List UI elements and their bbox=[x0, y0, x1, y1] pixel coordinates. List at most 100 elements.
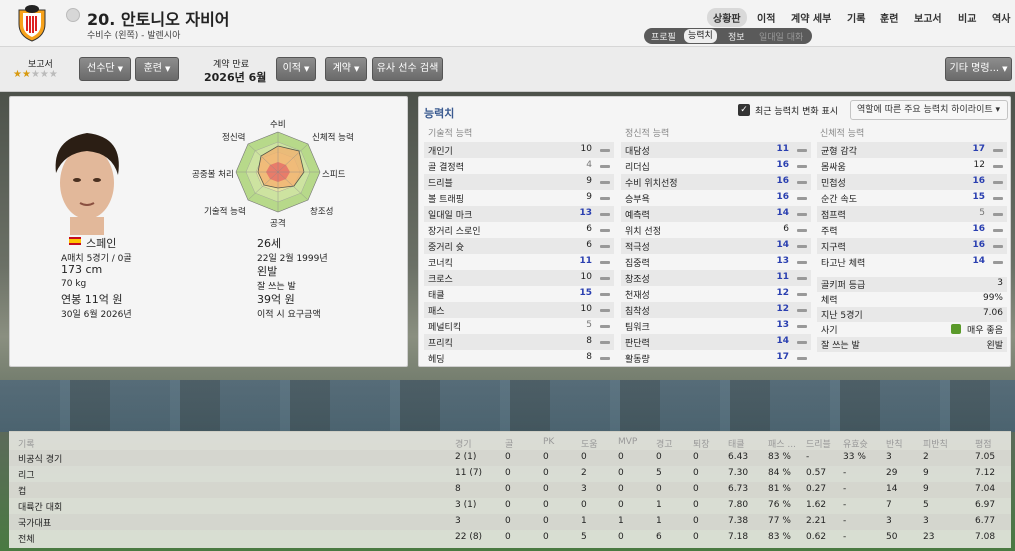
attribute-value: 6 bbox=[586, 224, 592, 234]
contract-button[interactable]: 계약 ▼ bbox=[325, 57, 367, 81]
stats-cell: 0 bbox=[693, 484, 699, 494]
attribute-row[interactable]: 예측력 14 bbox=[621, 206, 811, 222]
attribute-row[interactable]: 페널티킥 5 bbox=[424, 318, 614, 334]
attribute-name: 천재성 bbox=[625, 291, 650, 301]
attribute-row[interactable]: 순간 속도 15 bbox=[817, 190, 1007, 206]
stats-row[interactable]: 국가대표 3 0 0 1 1 1 0 7.38 77 % 2.21 - 3 3 6.77 bbox=[9, 514, 1011, 530]
extra-info-label: 잘 쓰는 발 bbox=[821, 341, 860, 351]
tab-attributes[interactable]: 능력치 bbox=[684, 29, 717, 43]
attribute-row[interactable]: 개인기 10 bbox=[424, 142, 614, 158]
stats-column-header[interactable]: 도움 bbox=[581, 437, 598, 450]
nav-reports[interactable]: 보고서 bbox=[914, 10, 942, 25]
attribute-row[interactable]: 몸싸움 12 bbox=[817, 158, 1007, 174]
stats-column-header[interactable]: 기록 bbox=[18, 437, 35, 450]
attribute-row[interactable]: 판단력 14 bbox=[621, 334, 811, 350]
stats-column-header[interactable]: PK bbox=[543, 437, 554, 447]
similar-players-button[interactable]: 유사 선수 검색 bbox=[372, 57, 443, 81]
extra-info-row: 사기 매우 좋음 bbox=[817, 322, 1007, 337]
attribute-row[interactable]: 골 결정력 4 bbox=[424, 158, 614, 174]
nav-training[interactable]: 훈련 bbox=[880, 10, 898, 25]
stats-column-header[interactable]: 경기 bbox=[455, 437, 472, 450]
stats-column-header[interactable]: 패스 ... bbox=[768, 437, 796, 450]
show-changes-checkbox[interactable]: ✓ bbox=[738, 104, 750, 116]
attribute-row[interactable]: 패스 10 bbox=[424, 302, 614, 318]
attribute-row[interactable]: 타고난 체력 14 bbox=[817, 254, 1007, 270]
stats-row[interactable]: 컵 8 0 0 3 0 0 0 6.73 81 % 0.27 - 14 9 7.04 bbox=[9, 482, 1011, 498]
stats-column-header[interactable]: 유효슛 bbox=[843, 437, 868, 450]
attribute-row[interactable]: 지구력 16 bbox=[817, 238, 1007, 254]
other-commands-button[interactable]: 기타 명령... ▼ bbox=[945, 57, 1012, 81]
nav-overview[interactable]: 상황판 bbox=[707, 8, 747, 27]
attribute-row[interactable]: 점프력 5 bbox=[817, 206, 1007, 222]
wage: 연봉 11억 원 bbox=[61, 293, 123, 306]
attribute-row[interactable]: 집중력 13 bbox=[621, 254, 811, 270]
attribute-row[interactable]: 볼 트래핑 9 bbox=[424, 190, 614, 206]
stats-column-header[interactable]: 평점 bbox=[975, 437, 992, 450]
favourite-toggle[interactable] bbox=[66, 8, 80, 22]
stats-column-header[interactable]: 골 bbox=[505, 437, 513, 450]
attribute-value: 5 bbox=[586, 320, 592, 330]
stats-column-header[interactable]: 드리블 bbox=[806, 437, 831, 450]
attribute-row[interactable]: 헤딩 8 bbox=[424, 350, 614, 366]
nav-history-stats[interactable]: 기록 bbox=[847, 10, 865, 25]
stats-row[interactable]: 전체 22 (8) 0 0 5 0 6 0 7.18 83 % 0.62-50 23 7.08 bbox=[9, 530, 1011, 546]
stats-cell: 83 % bbox=[768, 452, 791, 462]
stats-column-header[interactable]: 반칙 bbox=[886, 437, 903, 450]
nav-history[interactable]: 역사 bbox=[992, 10, 1010, 25]
stats-cell: 7.38 bbox=[728, 516, 749, 526]
show-changes-label: 최근 능력치 변화 표시 bbox=[755, 107, 839, 117]
attribute-trend-icon bbox=[600, 309, 610, 312]
stats-row[interactable]: 대륙간 대회 3 (1) 0 0 0 0 1 0 7.80 76 % 1.62 - 7 5 6.97 bbox=[9, 498, 1011, 514]
attribute-row[interactable]: 대담성 11 bbox=[621, 142, 811, 158]
stats-cell: 0 bbox=[693, 516, 699, 526]
attribute-row[interactable]: 민첩성 16 bbox=[817, 174, 1007, 190]
stats-row[interactable]: 비공식 경기 2 (1) 0 0 0 0 0 0 6.43 83 % - 33 % 3 2 7.05 bbox=[9, 450, 1011, 466]
attribute-row[interactable]: 승부욕 16 bbox=[621, 190, 811, 206]
tab-profile[interactable]: 프로필 bbox=[651, 30, 676, 43]
attribute-row[interactable]: 팀워크 13 bbox=[621, 318, 811, 334]
attribute-row[interactable]: 활동량 17 bbox=[621, 350, 811, 366]
attribute-name: 페널티킥 bbox=[428, 323, 462, 333]
squad-button[interactable]: 선수단 ▼ bbox=[79, 57, 131, 81]
stats-cell: 6 bbox=[656, 532, 662, 542]
training-button[interactable]: 훈련 ▼ bbox=[135, 57, 179, 81]
nav-transfer[interactable]: 이적 bbox=[757, 10, 775, 25]
attribute-row[interactable]: 장거리 스로인 6 bbox=[424, 222, 614, 238]
attribute-row[interactable]: 리더십 16 bbox=[621, 158, 811, 174]
attribute-row[interactable]: 위치 선정 6 bbox=[621, 222, 811, 238]
stats-column-header[interactable]: 태클 bbox=[728, 437, 745, 450]
attribute-row[interactable]: 중거리 슛 6 bbox=[424, 238, 614, 254]
stats-column-header[interactable]: MVP bbox=[618, 437, 637, 447]
stats-cell: 1 bbox=[656, 516, 662, 526]
tab-info[interactable]: 정보 bbox=[728, 30, 745, 43]
stats-cell: 0 bbox=[543, 500, 549, 510]
attribute-row[interactable]: 일대일 마크 13 bbox=[424, 206, 614, 222]
attribute-value: 14 bbox=[972, 256, 985, 266]
attribute-row[interactable]: 크로스 10 bbox=[424, 270, 614, 286]
role-highlight-dropdown[interactable]: 역할에 따른 주요 능력치 하이라이트 ▾ bbox=[850, 100, 1008, 120]
attribute-row[interactable]: 프리킥 8 bbox=[424, 334, 614, 350]
attribute-row[interactable]: 드리블 9 bbox=[424, 174, 614, 190]
attribute-row[interactable]: 코너킥 11 bbox=[424, 254, 614, 270]
attribute-row[interactable]: 태클 15 bbox=[424, 286, 614, 302]
stats-row[interactable]: 리그 11 (7) 0 0 2 0 5 0 7.30 84 % 0.57 - 29 9 7.12 bbox=[9, 466, 1011, 482]
nav-compare[interactable]: 비교 bbox=[958, 10, 976, 25]
stats-column-header[interactable]: 퇴장 bbox=[693, 437, 710, 450]
extra-info-value: 왼발 bbox=[986, 341, 1003, 351]
stats-cell: 2 bbox=[923, 452, 929, 462]
attribute-name: 개인기 bbox=[428, 147, 453, 157]
attribute-name: 중거리 슛 bbox=[428, 243, 464, 253]
stats-column-header[interactable]: 경고 bbox=[656, 437, 673, 450]
attribute-row[interactable]: 침착성 12 bbox=[621, 302, 811, 318]
attribute-row[interactable]: 창조성 11 bbox=[621, 270, 811, 286]
stats-cell: 3 bbox=[923, 516, 929, 526]
stats-column-header[interactable]: 피반칙 bbox=[923, 437, 948, 450]
attribute-row[interactable]: 주력 16 bbox=[817, 222, 1007, 238]
attribute-row[interactable]: 균형 감각 17 bbox=[817, 142, 1007, 158]
attribute-row[interactable]: 적극성 14 bbox=[621, 238, 811, 254]
tab-one-on-one[interactable]: 일대일 대화 bbox=[759, 30, 803, 43]
attribute-row[interactable]: 천재성 12 bbox=[621, 286, 811, 302]
nav-contract[interactable]: 계약 세부 bbox=[791, 10, 831, 25]
transfer-button[interactable]: 이적 ▼ bbox=[276, 57, 316, 81]
attribute-row[interactable]: 수비 위치선정 16 bbox=[621, 174, 811, 190]
